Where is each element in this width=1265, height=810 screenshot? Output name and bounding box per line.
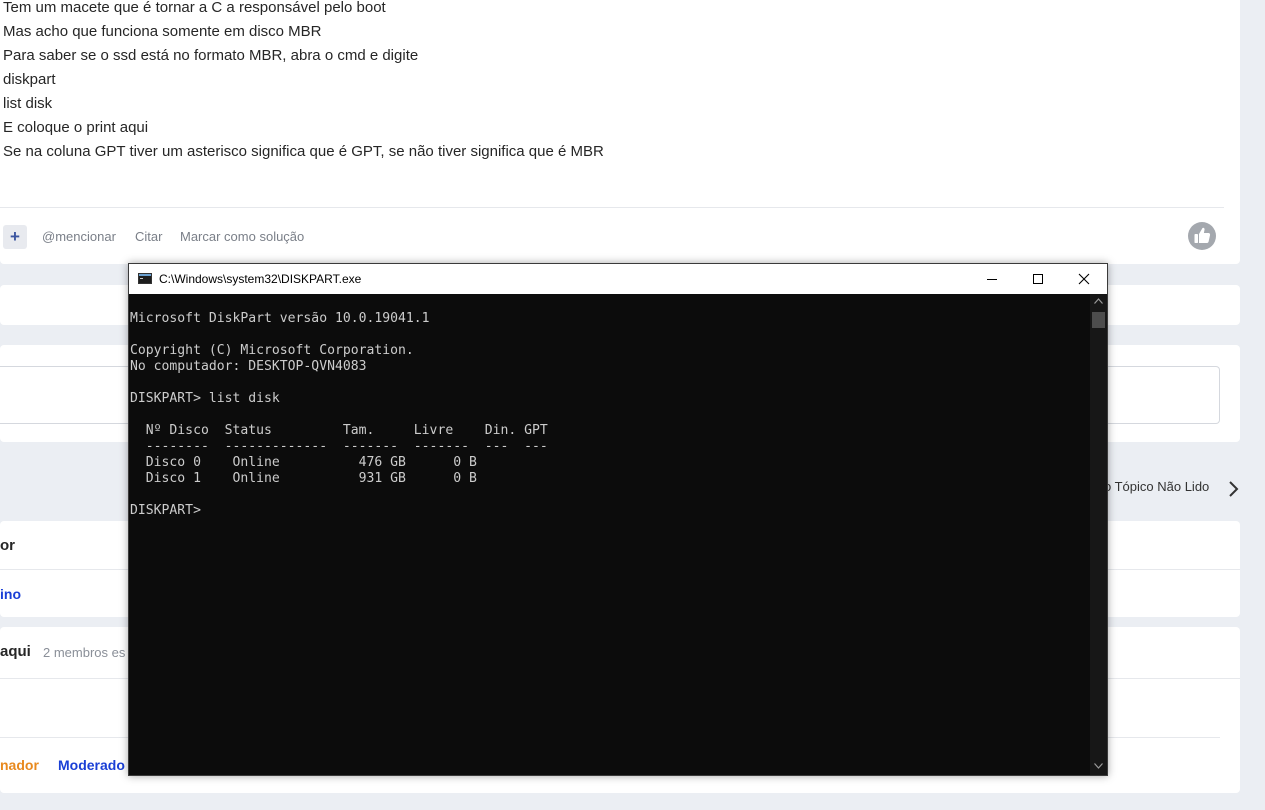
online-section-title: aqui [0, 643, 31, 660]
post-line: diskpart [3, 71, 56, 88]
role-moderator-link[interactable]: Moderado [58, 757, 125, 773]
scroll-down-icon[interactable] [1094, 763, 1103, 769]
post-line: Para saber se o ssd está no formato MBR,… [3, 47, 419, 64]
cmd-titlebar[interactable]: C:\Windows\system32\DISKPART.exe [129, 264, 1107, 294]
close-icon[interactable] [1061, 264, 1107, 294]
console-output[interactable]: Microsoft DiskPart versão 10.0.19041.1 C… [130, 311, 548, 519]
console-app-icon [138, 273, 152, 284]
chevron-right-icon[interactable] [1226, 480, 1240, 498]
scroll-up-icon[interactable] [1094, 298, 1103, 304]
quote-link[interactable]: Citar [135, 229, 162, 244]
post-line: list disk [3, 95, 53, 112]
cmd-window[interactable]: C:\Windows\system32\DISKPART.exe Microso… [128, 263, 1108, 776]
post-line: Mas acho que funciona somente em disco M… [3, 23, 322, 40]
mark-solution-link[interactable]: Marcar como solução [180, 229, 304, 244]
post-line: Tem um macete que é tornar a C a respons… [3, 0, 386, 16]
next-unread-topic-link[interactable]: o Tópico Não Lido [1104, 479, 1209, 494]
author-section-title: or [0, 537, 15, 554]
console-scrollbar[interactable] [1090, 294, 1107, 775]
cmd-window-title: C:\Windows\system32\DISKPART.exe [159, 272, 362, 286]
mention-link[interactable]: @mencionar [42, 229, 116, 244]
author-name-link[interactable]: ino [0, 586, 21, 602]
maximize-icon[interactable] [1015, 264, 1061, 294]
minimize-icon[interactable] [969, 264, 1015, 294]
online-members-count: 2 membros es [43, 645, 126, 660]
multiquote-plus-button[interactable]: + [3, 225, 27, 249]
post-divider [0, 207, 1224, 208]
post-line: Se na coluna GPT tiver um asterisco sign… [3, 143, 604, 160]
role-admin-link[interactable]: nador [0, 757, 39, 773]
scroll-thumb[interactable] [1092, 312, 1105, 328]
post-line: E coloque o print aqui [3, 119, 149, 136]
thumbs-up-icon[interactable] [1187, 221, 1217, 251]
